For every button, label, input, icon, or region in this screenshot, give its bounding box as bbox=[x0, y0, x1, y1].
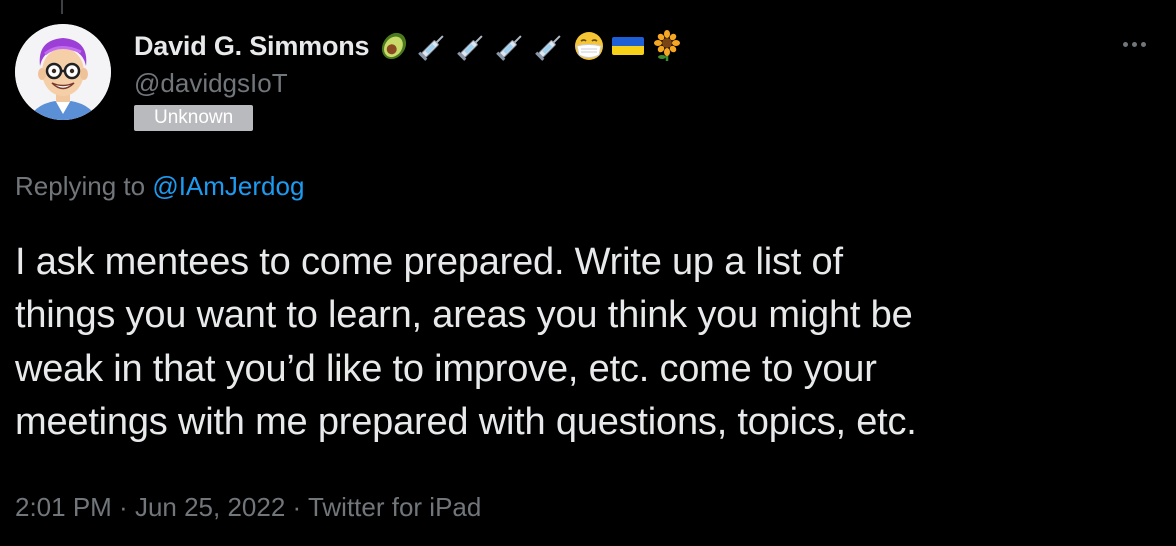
tweet-line: weak in that you’d like to improve, etc.… bbox=[15, 347, 877, 390]
author-display-name[interactable]: David G. Simmons bbox=[134, 31, 370, 62]
more-horizontal-icon bbox=[1140, 41, 1146, 47]
avocado-icon bbox=[382, 32, 407, 60]
syringe-icon bbox=[496, 35, 522, 61]
tweet-line: I ask mentees to come prepared. Write up… bbox=[15, 241, 843, 283]
syringe-icon bbox=[457, 35, 483, 61]
account-label-badge: Unknown bbox=[134, 105, 254, 131]
tweet-source-link[interactable]: Twitter for iPad bbox=[308, 492, 481, 522]
separator: · bbox=[111, 492, 135, 522]
author-handle[interactable]: @davidgsIoT bbox=[134, 66, 684, 100]
avatar[interactable] bbox=[15, 24, 111, 120]
tweet-body: I ask mentees to come prepared. Write up… bbox=[15, 236, 1160, 449]
tweet-line: meetings with me prepared with questions… bbox=[15, 400, 917, 443]
name-row: David G. Simmons bbox=[134, 28, 684, 64]
more-options-button[interactable] bbox=[1116, 34, 1152, 54]
separator: · bbox=[285, 492, 308, 522]
more-horizontal-icon bbox=[1122, 41, 1128, 47]
syringe-icon bbox=[535, 35, 561, 61]
face-with-mask-icon bbox=[575, 32, 604, 60]
tweet-line: things you want to learn, areas you thin… bbox=[15, 294, 913, 337]
tweet-time-link[interactable]: 2:01 PM bbox=[15, 492, 112, 522]
avatar-cartoon-icon bbox=[15, 24, 111, 120]
replying-to: Replying to @IAmJerdog bbox=[15, 171, 304, 202]
syringe-icon bbox=[418, 35, 444, 61]
name-emoji-row bbox=[377, 30, 684, 62]
replying-to-label: Replying to bbox=[15, 171, 153, 201]
more-horizontal-icon bbox=[1131, 41, 1137, 47]
ukraine-flag-icon bbox=[612, 37, 645, 55]
sunflower-icon bbox=[654, 30, 681, 61]
tweet-date-link[interactable]: Jun 25, 2022 bbox=[135, 492, 285, 522]
thread-connector-line bbox=[61, 0, 63, 14]
tweet-header: David G. Simmons @davidgsIoT Unknown bbox=[134, 28, 684, 131]
reply-mention-link[interactable]: @IAmJerdog bbox=[152, 171, 304, 201]
tweet-metadata: 2:01 PM · Jun 25, 2022 · Twitter for iPa… bbox=[15, 492, 481, 523]
